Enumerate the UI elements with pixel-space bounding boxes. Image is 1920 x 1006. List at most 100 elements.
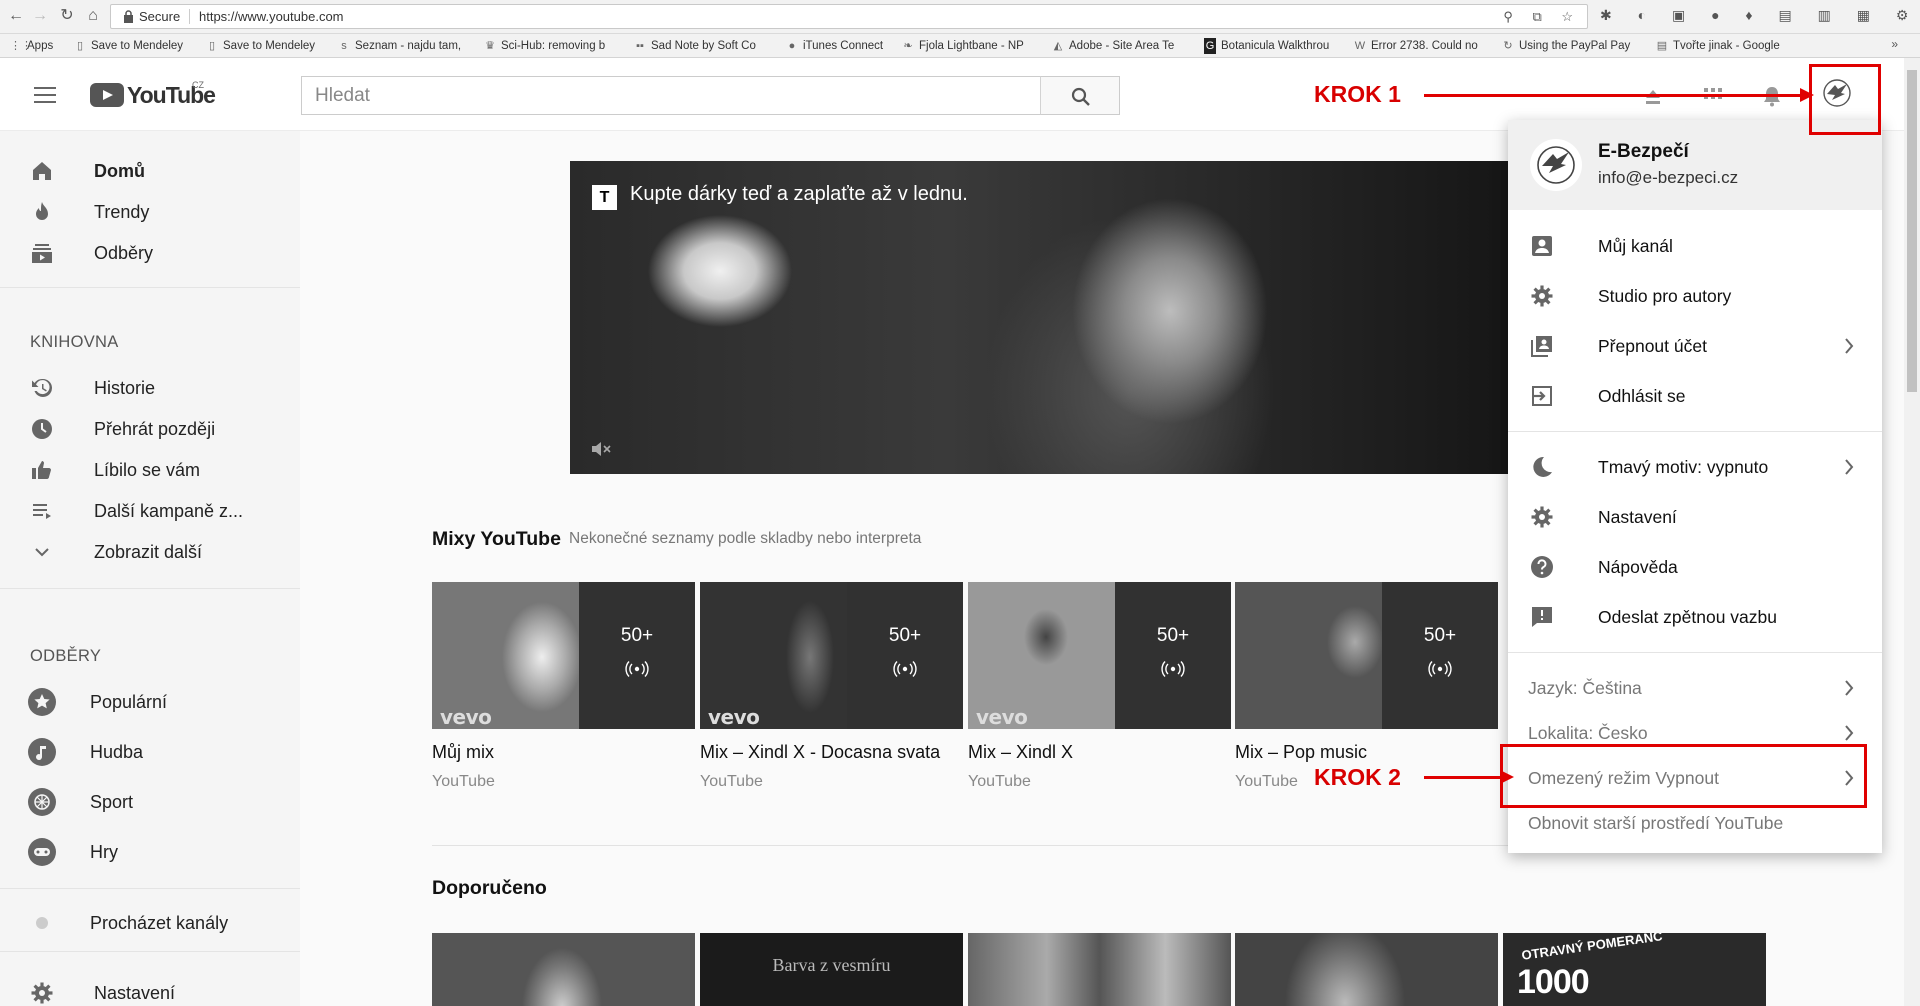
bookmark-item[interactable]: ◭ Adobe - Site Area Te <box>1052 38 1194 54</box>
page-scrollbar[interactable] <box>1904 58 1920 1006</box>
mix-title[interactable]: Můj mix <box>432 742 494 763</box>
mix-title[interactable]: Mix – Xindl X <box>968 742 1073 763</box>
sidebar-item-label: Nastavení <box>94 983 176 1003</box>
sidebar-item-history[interactable]: Historie <box>0 367 300 407</box>
bookmark-apps[interactable]: ⋮⋮Apps <box>10 38 70 54</box>
back-icon[interactable]: ← <box>6 6 26 26</box>
sidebar-item-watch-later[interactable]: Přehrát později <box>0 408 300 448</box>
video-thumbnail[interactable]: OTRAVNÝ POMERANČ 1000 <box>1503 933 1766 1006</box>
address-bar[interactable]: Secure https://www.youtube.com ⚲ ⧉ ☆ <box>110 4 1588 29</box>
recommended-section-title[interactable]: Doporučeno <box>432 877 547 900</box>
forward-icon[interactable]: → <box>30 6 50 26</box>
menu-item-language[interactable]: Jazyk: Čeština <box>1508 666 1882 710</box>
sidebar-item-label: Historie <box>94 378 156 398</box>
mix-channel[interactable]: YouTube <box>700 773 763 791</box>
mix-thumbnail[interactable]: 50+ vevo <box>700 582 963 729</box>
url-text[interactable]: https://www.youtube.com <box>199 5 344 28</box>
youtube-logo-icon[interactable] <box>90 83 124 107</box>
mix-channel[interactable]: YouTube <box>432 773 495 791</box>
avatar-logo-icon <box>1537 146 1575 184</box>
bookmark-item[interactable]: ▤ Tvořte jinak - Google <box>1656 38 1792 54</box>
bookmark-item[interactable]: W Error 2738. Could no <box>1354 38 1494 54</box>
promo-banner[interactable]: T Kupte dárky teď a zaplaťte až v lednu. <box>570 161 1510 474</box>
banner-image <box>570 161 1510 474</box>
mix-count: 50+ <box>620 625 654 646</box>
hamburger-menu-icon[interactable] <box>34 87 56 103</box>
sidebar-item-label: Hry <box>90 842 118 862</box>
bookmark-item[interactable]: G Botanicula Walkthrou <box>1204 38 1344 54</box>
menu-item-send-feedback[interactable]: Odeslat zpětnou vazbu <box>1508 595 1882 639</box>
mix-channel[interactable]: YouTube <box>1235 773 1298 791</box>
video-thumbnail[interactable] <box>968 933 1231 1006</box>
library-heading: KNIHOVNA <box>30 333 119 351</box>
mix-title[interactable]: Mix – Xindl X - Docasna svata <box>700 742 940 763</box>
sidebar-item-games[interactable]: Hry <box>0 831 300 871</box>
menu-item-help[interactable]: Nápověda <box>1508 545 1882 589</box>
thumbs-up-icon <box>32 461 51 479</box>
menu-item-label: Můj kanál <box>1598 236 1673 256</box>
sidebar-item-show-more[interactable]: Zobrazit další <box>0 531 300 571</box>
sidebar-item-liked[interactable]: Líbilo se vám <box>0 449 300 489</box>
annotation-step1-label: KROK 1 <box>1314 81 1401 107</box>
menu-item-dark-theme[interactable]: Tmavý motiv: vypnuto <box>1508 445 1882 489</box>
subscriptions-icon <box>32 244 52 263</box>
sidebar-divider <box>0 588 300 589</box>
sidebar-item-settings[interactable]: Nastavení <box>0 972 300 1006</box>
mix-thumbnail-image <box>1235 582 1382 729</box>
bookmark-item[interactable]: ↻ Using the PayPal Pay <box>1502 38 1648 54</box>
mix-radio-icon <box>625 661 649 677</box>
mix-channel[interactable]: YouTube <box>968 773 1031 791</box>
chevron-right-icon <box>1845 725 1854 741</box>
sidebar-item-home[interactable]: Domů <box>0 150 300 190</box>
bookmark-item[interactable]: ❧ Fjola Lightbane - NP <box>902 38 1042 54</box>
sidebar-item-subscriptions[interactable]: Odběry <box>0 232 300 272</box>
more-bookmarks-icon[interactable]: » <box>1891 37 1898 51</box>
menu-item-my-channel[interactable]: Můj kanál <box>1508 224 1882 268</box>
annotation-step2-label: KROK 2 <box>1314 764 1401 790</box>
video-thumbnail[interactable] <box>432 933 695 1006</box>
form-icon: ▤ <box>1656 40 1668 52</box>
sidebar-item-trending[interactable]: Trendy <box>0 191 300 231</box>
search-input[interactable] <box>302 77 1042 114</box>
refresh-icon: ↻ <box>1503 40 1513 52</box>
bookmark-item[interactable]: s Seznam - najdu tam, <box>338 38 470 54</box>
mute-icon[interactable] <box>590 441 612 457</box>
sidebar-item-label: Domů <box>94 161 145 181</box>
menu-item-sign-out[interactable]: Odhlásit se <box>1508 374 1882 418</box>
reload-icon[interactable]: ↻ <box>57 6 77 26</box>
menu-item-switch-account[interactable]: Přepnout účet <box>1508 324 1882 368</box>
bookmark-item[interactable]: ♛ Sci-Hub: removing b <box>484 38 624 54</box>
mix-title[interactable]: Mix – Pop music <box>1235 742 1367 763</box>
bookmark-item[interactable]: ▪▪ Sad Note by Soft Co <box>634 38 772 54</box>
bookmark-item[interactable]: ● iTunes Connect <box>786 38 890 54</box>
sidebar-item-browse-channels[interactable]: Procházet kanály <box>0 902 300 942</box>
omnibox-actions[interactable]: ⚲ ⧉ ☆ <box>1503 5 1581 28</box>
menu-item-creator-studio[interactable]: Studio pro autory <box>1508 274 1882 318</box>
video-thumbnail[interactable] <box>1235 933 1498 1006</box>
mixes-section-subtitle: Nekonečné seznamy podle skladby nebo int… <box>569 530 922 547</box>
search-button[interactable] <box>1040 76 1120 115</box>
home-browser-icon[interactable]: ⌂ <box>83 6 103 26</box>
switch-account-icon <box>1531 336 1552 357</box>
mix-thumbnail[interactable]: 50+ vevo <box>968 582 1231 729</box>
sign-out-icon <box>1532 386 1552 406</box>
bookmark-item[interactable]: ▯ Save to Mendeley <box>206 38 332 54</box>
sidebar-item-popular[interactable]: Populární <box>0 681 300 721</box>
vevo-logo: vevo <box>976 705 1028 729</box>
sidebar-item-playlist[interactable]: Další kampaně z... <box>0 490 300 530</box>
apple-icon: ● <box>788 40 796 52</box>
mix-thumbnail[interactable]: 50+ vevo <box>432 582 695 729</box>
sidebar-divider <box>0 888 300 889</box>
sidebar-item-sport[interactable]: Sport <box>0 781 300 821</box>
trending-icon <box>36 202 48 220</box>
playlist-icon <box>33 504 51 519</box>
video-thumbnail[interactable]: Barva z vesmíru <box>700 933 963 1006</box>
mix-overlay: 50+ <box>847 582 963 729</box>
mixes-section-title[interactable]: Mixy YouTube <box>432 528 561 551</box>
menu-item-settings[interactable]: Nastavení <box>1508 495 1882 539</box>
sidebar-item-music[interactable]: Hudba <box>0 731 300 771</box>
bookmark-item[interactable]: ▯ Save to Mendeley <box>74 38 200 54</box>
scrollbar-thumb[interactable] <box>1907 70 1917 392</box>
mix-thumbnail[interactable]: 50+ <box>1235 582 1498 729</box>
extension-icons[interactable]: ✱ ◐ ▣ ● ♦ ▤ ▥ ▦ ⚙ ⋮ <box>1600 7 1920 24</box>
